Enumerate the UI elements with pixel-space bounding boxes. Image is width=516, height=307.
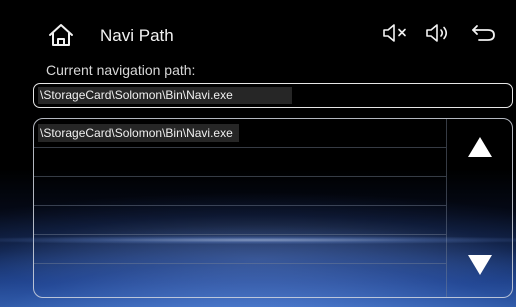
scroll-column: [446, 119, 512, 297]
current-path-value: \StorageCard\Solomon\Bin\Navi.exe: [38, 87, 292, 104]
scroll-down-button[interactable]: [447, 237, 512, 297]
list-item[interactable]: [34, 177, 446, 206]
volume-icon: [425, 22, 455, 49]
list-item[interactable]: [34, 264, 446, 293]
list-item-text: [38, 153, 46, 171]
page-title: Navi Path: [100, 26, 174, 45]
scroll-up-button[interactable]: [447, 119, 512, 179]
list-item[interactable]: [34, 148, 446, 177]
back-button[interactable]: [468, 22, 500, 48]
list-item-text: \StorageCard\Solomon\Bin\Navi.exe: [38, 124, 239, 142]
list-item-text: [38, 182, 46, 200]
path-list: \StorageCard\Solomon\Bin\Navi.exe: [34, 119, 446, 297]
home-icon: [48, 23, 74, 52]
list-item-text: [38, 240, 46, 258]
navi-path-screen: Navi Path Current navigation path: \Stor…: [0, 0, 516, 307]
mute-button[interactable]: [381, 22, 413, 48]
list-item[interactable]: [34, 206, 446, 235]
home-button[interactable]: [44, 22, 78, 52]
top-bar: Navi Path: [0, 0, 516, 60]
list-item[interactable]: \StorageCard\Solomon\Bin\Navi.exe: [34, 119, 446, 148]
current-path-field[interactable]: \StorageCard\Solomon\Bin\Navi.exe: [33, 83, 513, 108]
back-icon: [470, 22, 498, 49]
mute-icon: [382, 22, 412, 49]
current-path-label: Current navigation path:: [46, 62, 196, 78]
list-item-text: [38, 269, 46, 287]
list-item-text: [38, 211, 46, 229]
triangle-down-icon: [467, 254, 493, 281]
list-item[interactable]: [34, 235, 446, 264]
triangle-up-icon: [467, 136, 493, 163]
volume-button[interactable]: [424, 22, 456, 48]
path-list-box: \StorageCard\Solomon\Bin\Navi.exe: [33, 118, 513, 298]
